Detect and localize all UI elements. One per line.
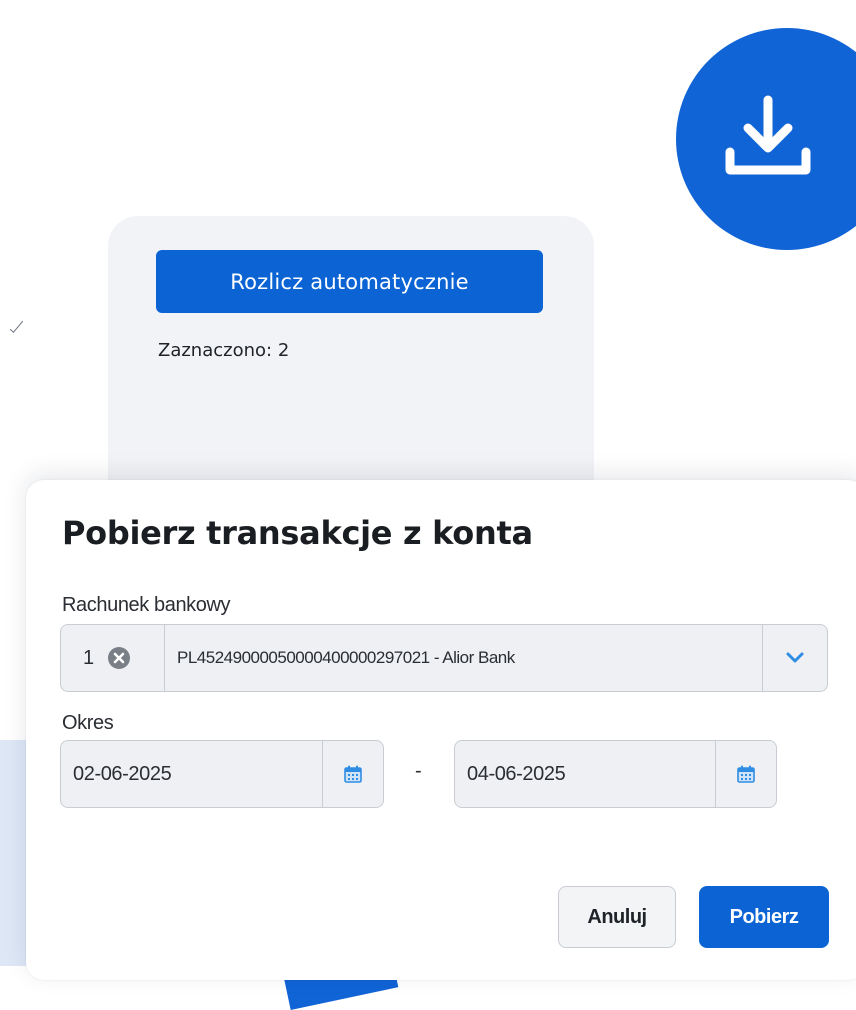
date-to-value: 04-06-2025 xyxy=(467,762,566,785)
bank-account-value: PL45249000050000400000297021 - Alior Ban… xyxy=(177,648,515,667)
cancel-button[interactable]: Anuluj xyxy=(558,886,676,948)
background-tick-mark xyxy=(9,318,24,333)
fetch-button[interactable]: Pobierz xyxy=(699,886,829,948)
date-to-field[interactable]: 04-06-2025 xyxy=(454,740,777,808)
date-separator: - xyxy=(415,760,422,782)
bank-account-label: Rachunek bankowy xyxy=(62,594,231,616)
clear-icon[interactable] xyxy=(108,647,131,669)
selected-count-number: 1 xyxy=(83,646,95,669)
dropdown-toggle[interactable] xyxy=(762,625,827,691)
calendar-icon xyxy=(737,765,755,783)
fetch-transactions-dialog: Pobierz transakcje z konta Rachunek bank… xyxy=(26,480,856,980)
date-from-value: 02-06-2025 xyxy=(73,762,172,785)
dialog-title: Pobierz transakcje z konta xyxy=(62,514,533,552)
selected-count-cell: 1 xyxy=(61,625,165,691)
period-label: Okres xyxy=(62,712,114,734)
download-button[interactable] xyxy=(676,28,856,250)
date-to-picker-button[interactable] xyxy=(715,741,776,807)
download-icon xyxy=(725,95,811,175)
date-from-picker-button[interactable] xyxy=(322,741,383,807)
auto-settle-button[interactable]: Rozlicz automatycznie xyxy=(156,250,543,313)
settlement-card: Rozlicz automatycznie Zaznaczono: 2 xyxy=(108,216,594,516)
calendar-icon xyxy=(344,765,362,783)
chevron-down-icon xyxy=(786,652,804,663)
selected-count-text: Zaznaczono: 2 xyxy=(158,340,290,361)
bank-account-select[interactable]: 1 PL45249000050000400000297021 - Alior B… xyxy=(60,624,828,692)
date-from-field[interactable]: 02-06-2025 xyxy=(60,740,384,808)
